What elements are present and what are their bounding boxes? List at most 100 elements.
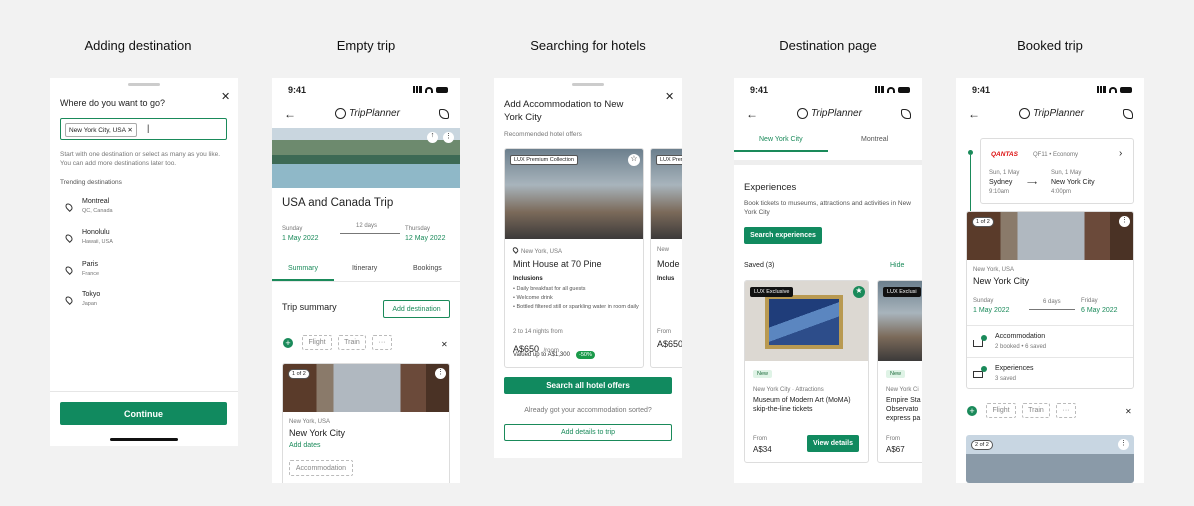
image-counter: 1 of 2 xyxy=(288,369,310,379)
destination-card[interactable]: 1 of 2 ⋮ New York, USA New York City Sun… xyxy=(966,211,1134,389)
more-icon[interactable]: ⋮ xyxy=(1118,439,1129,450)
add-details-button[interactable]: Add details to trip xyxy=(504,424,672,441)
question: Where do you want to go? xyxy=(60,98,166,108)
hotel-image: LUX Prem xyxy=(651,149,682,239)
dismiss-icon[interactable]: ✕ xyxy=(1125,407,1132,416)
inclusions-label: Inclus xyxy=(657,276,675,282)
flight-chip[interactable]: Flight xyxy=(986,403,1016,418)
tab-new-york-city[interactable]: New York City xyxy=(759,136,803,143)
tab-montreal[interactable]: Montreal xyxy=(861,136,888,143)
back-arrow-icon[interactable]: ← xyxy=(968,107,980,121)
summary-label: Trip summary xyxy=(282,302,337,312)
trending-label: Trending destinations xyxy=(60,179,122,186)
divider xyxy=(967,357,1133,358)
destination-card[interactable]: 2 of 2 ⋮ xyxy=(966,435,1134,483)
valued-up-to: Valued up to A$1,300 xyxy=(513,352,570,358)
city-image: 1 of 2 ⋮ xyxy=(967,212,1133,260)
start-day: Sunday xyxy=(282,226,303,232)
back-arrow-icon[interactable]: ← xyxy=(284,107,296,121)
phone-icon[interactable] xyxy=(439,109,449,119)
add-transport-icon[interactable]: + xyxy=(283,338,293,348)
search-experiences-button[interactable]: Search experiences xyxy=(744,227,822,244)
battery-icon xyxy=(436,86,448,93)
experience-image: LUX Exclusive ★ xyxy=(745,281,868,361)
new-badge: New xyxy=(886,370,906,378)
home-indicator xyxy=(110,438,178,441)
continue-button[interactable]: Continue xyxy=(60,402,227,425)
wifi-icon xyxy=(887,86,895,93)
tab-bookings[interactable]: Bookings xyxy=(413,265,442,272)
experience-card[interactable]: LUX Exclusive ★ New New York City · Attr… xyxy=(744,280,869,463)
dismiss-icon[interactable]: ✕ xyxy=(441,340,448,349)
trending-city: Paris xyxy=(82,261,98,268)
pin-icon xyxy=(511,246,520,254)
title-searching-hotels: Searching for hotels xyxy=(530,38,646,53)
arrival-time: 4:00pm xyxy=(1051,189,1072,195)
sheet-handle[interactable] xyxy=(128,83,160,86)
pin-icon xyxy=(64,295,74,305)
more-transport-chip[interactable]: ··· xyxy=(372,335,392,350)
status-bar: 9:41 xyxy=(734,85,922,99)
logo-icon xyxy=(335,108,346,119)
section-gap xyxy=(734,160,922,165)
search-all-hotels-button[interactable]: Search all hotel offers xyxy=(504,377,672,394)
saved-star-icon[interactable]: ★ xyxy=(853,286,865,298)
lux-badge: LUX Exclusi xyxy=(883,287,921,297)
more-icon[interactable]: ⋮ xyxy=(1119,216,1130,227)
check-icon xyxy=(981,366,987,372)
add-transport-icon[interactable]: + xyxy=(967,406,977,416)
close-icon[interactable]: ✕ xyxy=(221,90,230,103)
experience-image: LUX Exclusi xyxy=(878,281,922,361)
accommodation-status: 2 booked • 6 saved xyxy=(995,344,1047,350)
tab-summary[interactable]: Summary xyxy=(288,265,318,272)
status-bar: 9:41 xyxy=(272,85,460,99)
departure-date: Sun, 1 May xyxy=(989,170,1020,176)
more-icon[interactable]: ⋮ xyxy=(435,368,446,379)
end-date: 12 May 2022 xyxy=(405,235,446,242)
star-icon[interactable]: ☆ xyxy=(628,154,640,166)
timeline-line xyxy=(970,155,971,215)
divider xyxy=(967,325,1133,326)
phone-icon[interactable] xyxy=(901,109,911,119)
add-destination-button[interactable]: Add destination xyxy=(383,300,450,318)
flight-card[interactable]: QANTAS QF11 • Economy › Sun, 1 May Sydne… xyxy=(980,138,1134,204)
view-details-button[interactable]: View details xyxy=(807,435,859,452)
end-date: 6 May 2022 xyxy=(1081,307,1118,314)
inclusion-text: Bottled filtered still or sparkling wate… xyxy=(516,304,639,310)
share-icon[interactable]: ↑ xyxy=(427,132,438,143)
battery-icon xyxy=(898,86,910,93)
hotel-card[interactable]: LUX Prem New Mode Inclus From A$650 xyxy=(650,148,682,368)
destination-card[interactable]: 1 of 2 ⋮ New York, USA New York City Add… xyxy=(282,363,450,483)
destination-chip[interactable]: New York City, USA ✕ xyxy=(65,123,137,137)
destination-input[interactable]: New York City, USA ✕ | xyxy=(60,118,227,140)
title-adding-destination: Adding destination xyxy=(84,38,192,53)
battery-icon xyxy=(1120,86,1132,93)
flight-chip[interactable]: Flight xyxy=(302,335,332,350)
discount-badge: -50% xyxy=(576,351,595,359)
hide-link[interactable]: Hide xyxy=(890,262,904,269)
accommodation-chip[interactable]: Accommodation xyxy=(289,460,353,476)
from-label: From xyxy=(886,436,900,442)
more-transport-chip[interactable]: ··· xyxy=(1056,403,1076,418)
add-dates-link[interactable]: Add dates xyxy=(289,442,321,449)
flight-arrow: ⟶ xyxy=(1027,180,1038,187)
trending-region: QC, Canada xyxy=(82,208,113,214)
phone-icon[interactable] xyxy=(1123,109,1133,119)
start-date: 1 May 2022 xyxy=(973,307,1010,314)
saved-label: Saved (3) xyxy=(744,262,775,269)
hotel-card[interactable]: LUX Premium Collection ☆ New York, USA M… xyxy=(504,148,644,368)
painting xyxy=(769,299,839,345)
more-icon[interactable]: ⋮ xyxy=(443,132,454,143)
chevron-right-icon[interactable]: › xyxy=(1119,148,1122,159)
close-icon[interactable]: ✕ xyxy=(665,90,674,103)
tab-itinerary[interactable]: Itinerary xyxy=(352,265,377,272)
start-day: Sunday xyxy=(973,298,994,304)
time: 9:41 xyxy=(972,85,991,95)
inclusion-item: • Welcome drink xyxy=(513,295,553,301)
train-chip[interactable]: Train xyxy=(1022,403,1050,418)
experience-card[interactable]: LUX Exclusi New New York Ci Empire Sta O… xyxy=(877,280,922,463)
back-arrow-icon[interactable]: ← xyxy=(746,107,758,121)
arrival-city: New York City xyxy=(1051,179,1095,186)
sheet-handle[interactable] xyxy=(572,83,604,86)
train-chip[interactable]: Train xyxy=(338,335,366,350)
